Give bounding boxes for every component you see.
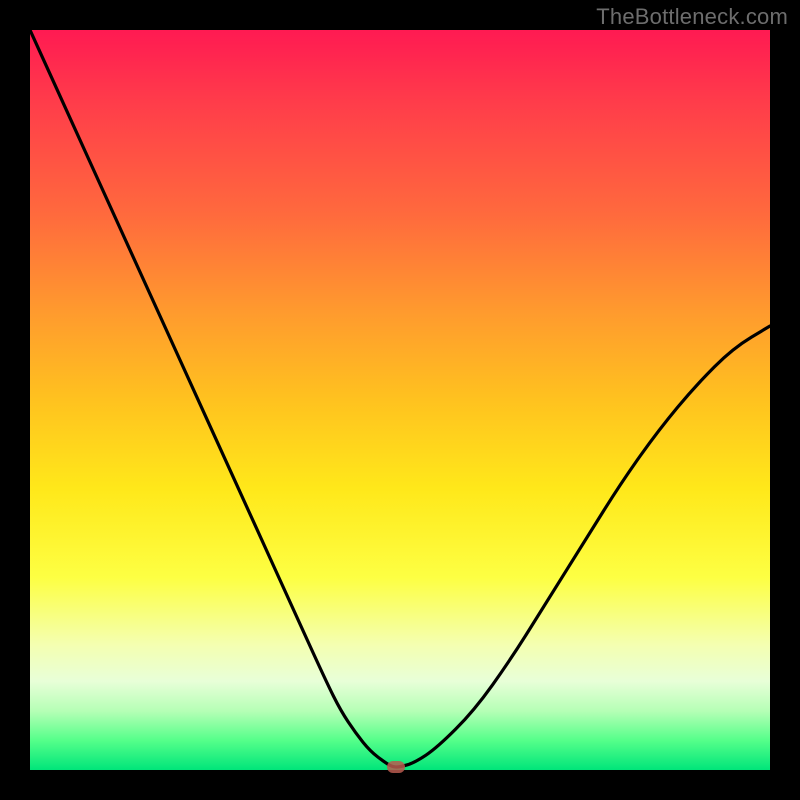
plot-area xyxy=(30,30,770,770)
bottleneck-curve xyxy=(30,30,770,767)
chart-frame: TheBottleneck.com xyxy=(0,0,800,800)
bottleneck-marker xyxy=(387,761,405,773)
watermark-text: TheBottleneck.com xyxy=(596,4,788,30)
curve-svg xyxy=(30,30,770,770)
